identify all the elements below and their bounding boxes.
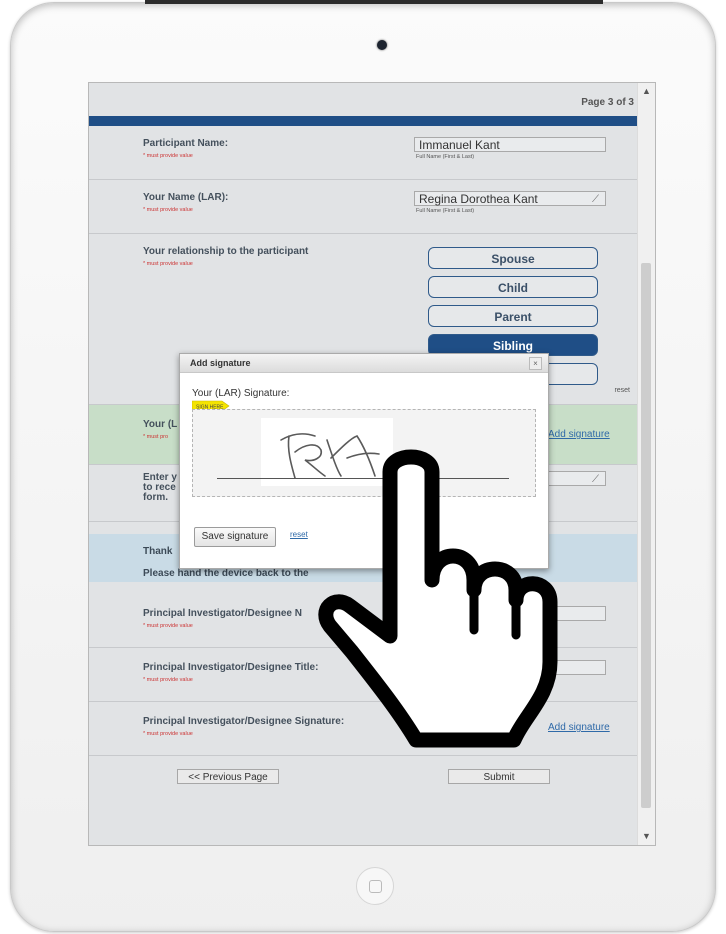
home-button[interactable] [356,867,394,905]
dialog-titlebar: Add signature × [180,354,548,373]
close-icon[interactable]: × [529,357,542,370]
reset-link[interactable]: reset [290,530,308,539]
required-note: * must provide value [143,731,193,737]
lar-name-label: Your Name (LAR): [143,192,229,203]
scroll-thumb[interactable] [641,263,651,808]
required-note: * must provide value [143,623,193,629]
required-note: * must provide value [143,153,193,159]
email-label-line: form. [143,492,168,503]
relationship-label: Your relationship to the participant [143,246,309,257]
required-note: * must provide value [143,677,193,683]
email-label: Enter y to rece form. [143,473,177,503]
relationship-reset[interactable]: reset [614,387,630,394]
device-top-edge [145,0,603,4]
participant-label: Participant Name: [143,138,229,149]
lar-name-field[interactable]: Regina Dorothea Kant ⟋ [414,191,606,206]
camera-icon [377,40,387,50]
thanks-text: Thank [143,546,173,557]
scrollbar[interactable]: ▲ ▼ [637,83,655,845]
pin-icon[interactable]: ⟋ [592,472,599,487]
lar-name-hint: Full Name (First & Last) [416,208,475,214]
lar-name-row: Your Name (LAR): * must provide value Re… [89,180,638,234]
page-indicator: Page 3 of 3 [581,97,634,108]
lar-signature-label: Your (L [143,419,178,430]
option-child[interactable]: Child [428,276,598,298]
pi-title-label: Principal Investigator/Designee Title: [143,662,319,673]
option-parent[interactable]: Parent [428,305,598,327]
required-note: * must provide value [143,261,193,267]
pin-icon[interactable]: ⟋ [592,192,599,207]
home-square-icon [369,880,382,893]
pi-signature-label: Principal Investigator/Designee Signatur… [143,716,345,727]
header-bar [89,116,638,126]
option-spouse[interactable]: Spouse [428,247,598,269]
signature-label: Your (LAR) Signature: [192,388,290,399]
participant-hint: Full Name (First & Last) [416,154,475,160]
scroll-up-icon[interactable]: ▲ [638,83,655,100]
participant-name-field[interactable]: Immanuel Kant [414,137,606,152]
required-note: * must provide value [143,207,193,213]
submit-button[interactable]: Submit [448,769,550,784]
save-signature-button[interactable]: Save signature [194,527,276,547]
lar-name-value: Regina Dorothea Kant [419,192,538,206]
handback-text: Please hand the device back to the [143,568,309,579]
scroll-down-icon[interactable]: ▼ [638,828,655,845]
previous-page-button[interactable]: << Previous Page [177,769,279,784]
dialog-title: Add signature [190,358,251,368]
participant-row: Participant Name: * must provide value I… [89,126,638,180]
pointing-hand-icon [318,449,558,748]
pi-name-label: Principal Investigator/Designee N [143,608,302,619]
required-note: * must pro [143,434,169,440]
